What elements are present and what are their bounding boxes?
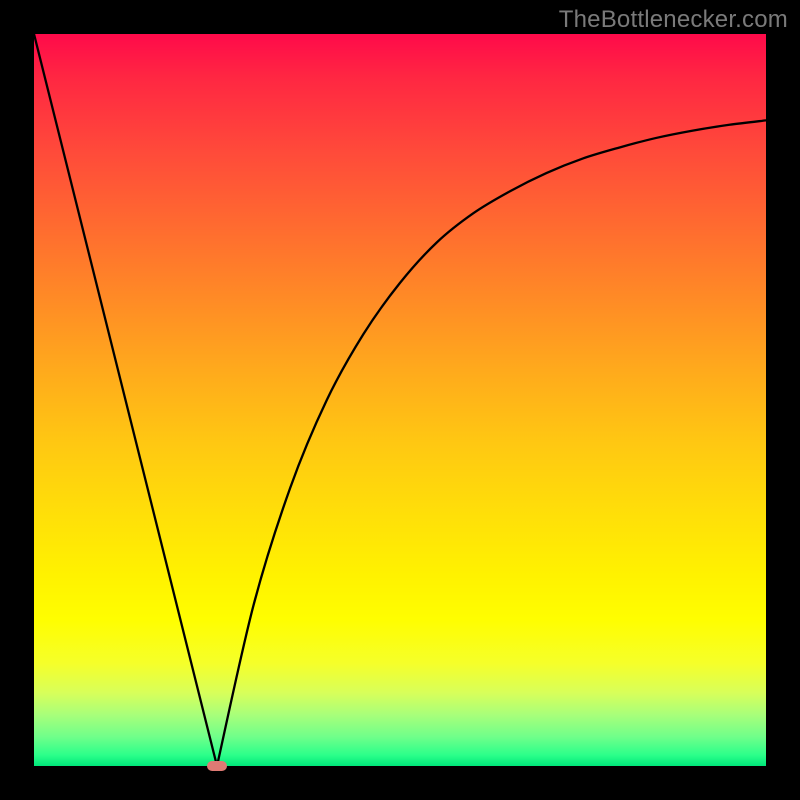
watermark-text: TheBottlenecker.com bbox=[559, 6, 788, 34]
curve-path bbox=[34, 34, 766, 766]
minimum-marker bbox=[207, 761, 226, 771]
plot-area bbox=[34, 34, 766, 766]
bottleneck-curve bbox=[34, 34, 766, 766]
chart-frame: TheBottlenecker.com bbox=[0, 0, 800, 800]
